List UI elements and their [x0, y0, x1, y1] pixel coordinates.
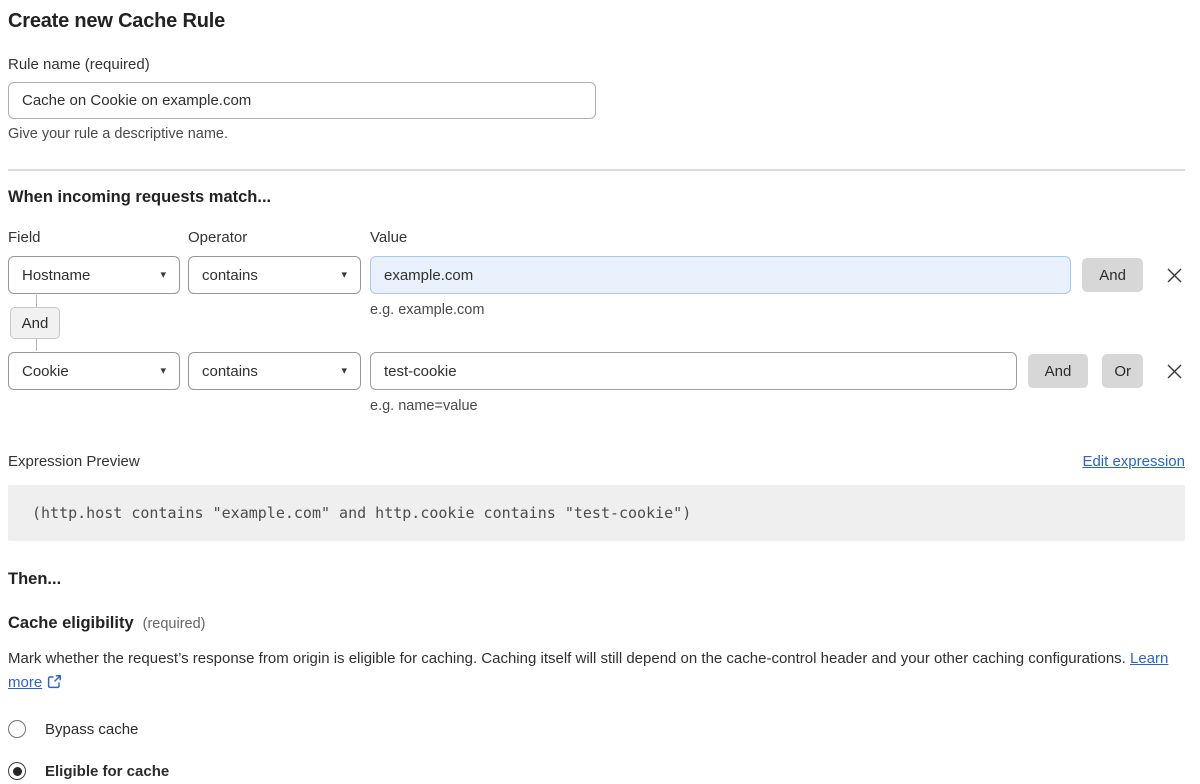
expression-preview-header: Expression Preview Edit expression: [8, 453, 1185, 471]
rule-name-input[interactable]: [8, 82, 596, 119]
close-icon: [1166, 267, 1183, 284]
operator-select-value: contains: [202, 363, 258, 380]
description-text: Mark whether the request’s response from…: [8, 650, 1126, 667]
radio-label: Bypass cache: [45, 721, 138, 738]
value-hint: e.g. example.com: [370, 302, 484, 318]
operator-select[interactable]: contains ▾: [188, 352, 361, 390]
operator-select[interactable]: contains ▾: [188, 256, 361, 294]
value-column-label: Value: [370, 229, 1185, 246]
operator-column-label: Operator: [188, 229, 370, 246]
or-button[interactable]: Or: [1102, 354, 1143, 388]
connector-and-button[interactable]: And: [10, 307, 60, 339]
radio-icon: [8, 762, 26, 780]
condition-row: Hostname ▾ contains ▾ And: [8, 255, 1185, 295]
chevron-down-icon: ▾: [341, 366, 347, 377]
close-icon: [1166, 363, 1183, 380]
radio-option[interactable]: Bypass cache: [8, 719, 1185, 739]
cache-eligibility-description: Mark whether the request’s response from…: [8, 647, 1180, 697]
operator-select-value: contains: [202, 267, 258, 284]
remove-condition-button[interactable]: [1163, 264, 1185, 286]
cache-eligibility-heading: Cache eligibility: [8, 613, 134, 633]
radio-option[interactable]: Eligible for cache: [8, 761, 1185, 781]
expression-preview-code: (http.host contains "example.com" and ht…: [8, 485, 1185, 541]
external-link-icon: [47, 673, 62, 697]
field-column-label: Field: [8, 229, 188, 246]
expression-preview-label: Expression Preview: [8, 453, 140, 471]
edit-expression-link[interactable]: Edit expression: [1082, 453, 1185, 470]
match-section-heading: When incoming requests match...: [8, 187, 1185, 207]
required-note: (required): [143, 616, 206, 632]
value-input[interactable]: [370, 352, 1017, 390]
rule-name-label: Rule name (required): [8, 56, 1185, 73]
radio-icon: [8, 720, 26, 738]
remove-condition-button[interactable]: [1163, 360, 1185, 382]
and-button[interactable]: And: [1028, 354, 1089, 388]
value-input[interactable]: [370, 256, 1071, 294]
field-select[interactable]: Hostname ▾: [8, 256, 180, 294]
chevron-down-icon: ▾: [160, 366, 166, 377]
and-button[interactable]: And: [1082, 258, 1143, 292]
field-select[interactable]: Cookie ▾: [8, 352, 180, 390]
chevron-down-icon: ▾: [341, 270, 347, 281]
row-connector-area: And e.g. example.com: [8, 295, 1185, 351]
radio-label: Eligible for cache: [45, 763, 169, 780]
then-heading: Then...: [8, 569, 1185, 589]
chevron-down-icon: ▾: [160, 270, 166, 281]
page-title: Create new Cache Rule: [8, 8, 1185, 34]
rule-name-help: Give your rule a descriptive name.: [8, 125, 1185, 143]
value-hint: e.g. name=value: [370, 397, 1185, 415]
cache-eligibility-heading-row: Cache eligibility (required): [8, 613, 1185, 633]
field-select-value: Cookie: [22, 363, 69, 380]
section-divider: [8, 169, 1185, 171]
field-select-value: Hostname: [22, 267, 90, 284]
condition-column-labels: Field Operator Value: [8, 229, 1185, 246]
condition-row: Cookie ▾ contains ▾ And Or: [8, 351, 1185, 391]
create-cache-rule-form: Create new Cache Rule Rule name (require…: [0, 0, 1200, 781]
